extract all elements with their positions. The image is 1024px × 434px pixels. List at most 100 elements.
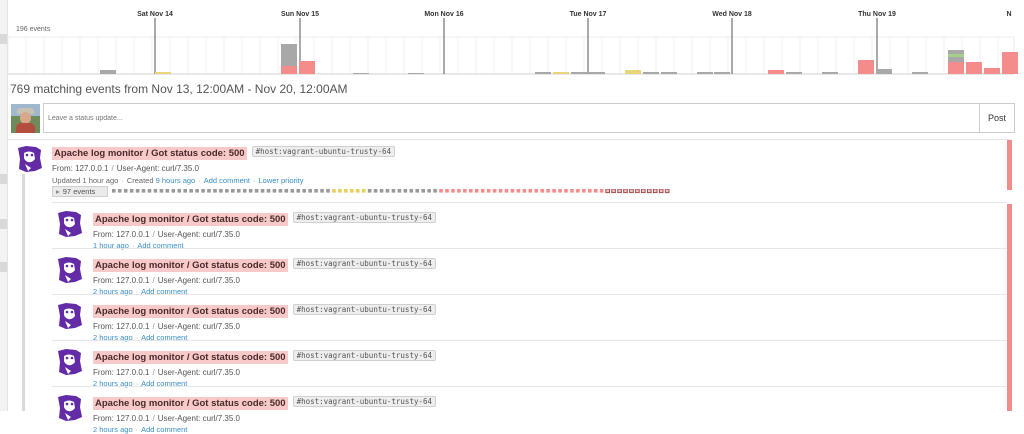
child-event-item[interactable]: Apache log monitor / Got status code: 50… <box>52 340 1007 388</box>
rollup-event-dot[interactable] <box>225 189 229 193</box>
rollup-event-dot[interactable] <box>332 189 336 193</box>
rollup-event-dot[interactable] <box>219 189 223 193</box>
timeline-bar[interactable] <box>299 61 315 74</box>
rollup-event-dot[interactable] <box>338 189 342 193</box>
rollup-event-dot[interactable] <box>350 189 354 193</box>
rollup-event-dot[interactable] <box>647 189 652 194</box>
child-event-item[interactable]: Apache log monitor / Got status code: 50… <box>52 248 1007 296</box>
rollup-event-dot[interactable] <box>290 189 295 193</box>
rollup-event-dot[interactable] <box>213 189 217 193</box>
child-event-item[interactable]: Apache log monitor / Got status code: 50… <box>52 202 1007 250</box>
rollup-event-dot[interactable] <box>635 189 640 194</box>
rollup-event-dot[interactable] <box>463 189 467 193</box>
timeline-bar[interactable] <box>553 72 569 74</box>
event-title[interactable]: Apache log monitor / Got status code: 50… <box>52 147 247 160</box>
rollup-event-dot[interactable] <box>540 189 544 193</box>
rollup-event-dot[interactable] <box>427 189 431 193</box>
host-tag[interactable]: #host:vagrant-ubuntu-trusty-64 <box>292 212 437 224</box>
rollup-event-dot[interactable] <box>504 189 509 193</box>
add-comment-link[interactable]: Add comment <box>204 176 250 185</box>
rollup-event-dot[interactable] <box>135 189 140 193</box>
rollup-event-dot[interactable] <box>266 189 271 193</box>
rollup-event-dot[interactable] <box>664 189 670 194</box>
timeline-bar[interactable] <box>571 72 587 74</box>
rollup-event-dot[interactable] <box>123 189 128 193</box>
rollup-event-dot[interactable] <box>147 189 152 193</box>
rollup-event-dot[interactable] <box>652 189 658 194</box>
rollup-event-dot[interactable] <box>183 189 187 193</box>
rollup-event-dot[interactable] <box>439 189 443 193</box>
rollup-event-dot[interactable] <box>629 189 634 194</box>
timeline-bar[interactable] <box>281 66 297 74</box>
rollup-event-dot[interactable] <box>112 189 116 193</box>
rollup-event-dot[interactable] <box>207 189 211 193</box>
rollup-event-dot[interactable] <box>177 189 182 193</box>
rollup-event-dot[interactable] <box>415 189 420 193</box>
timeline-bar[interactable] <box>353 73 369 74</box>
rollup-event-dot[interactable] <box>510 189 515 193</box>
rollup-event-dot[interactable] <box>391 189 396 193</box>
event-title[interactable]: Apache log monitor / Got status code: 50… <box>93 351 288 364</box>
rollup-event-dot[interactable] <box>320 189 324 193</box>
rollup-event-dot[interactable] <box>611 189 616 194</box>
rollup-event-dot[interactable] <box>498 189 503 193</box>
rollup-event-dot[interactable] <box>260 189 265 193</box>
rollup-event-dot[interactable] <box>623 189 628 194</box>
rollup-event-dot[interactable] <box>480 189 485 193</box>
rollup-event-dot[interactable] <box>189 189 193 193</box>
rollup-event-dot[interactable] <box>486 189 491 193</box>
rollup-event-dot[interactable] <box>355 189 360 193</box>
rollup-event-dot[interactable] <box>658 189 664 194</box>
timeline-bar[interactable] <box>589 72 605 74</box>
add-comment-link[interactable]: Add comment <box>141 425 187 434</box>
rollup-event-dot[interactable] <box>552 189 556 193</box>
timeline-bar[interactable] <box>822 72 838 74</box>
rollup-event-dot[interactable] <box>570 189 574 193</box>
rollup-event-dot[interactable] <box>409 189 414 193</box>
rollup-event-dot[interactable] <box>254 189 259 193</box>
timeline-bar[interactable] <box>912 72 928 74</box>
rollup-event-dot[interactable] <box>373 189 378 193</box>
rollup-event-dot[interactable] <box>117 189 122 193</box>
rollup-event-dot[interactable] <box>593 189 598 193</box>
rollup-event-dot[interactable] <box>272 189 277 193</box>
rollup-event-dot[interactable] <box>236 189 241 193</box>
rollup-event-dot[interactable] <box>588 189 592 193</box>
rollup-event-dot[interactable] <box>516 189 521 193</box>
rollup-event-dot[interactable] <box>314 189 318 193</box>
rollup-event-dot[interactable] <box>534 189 539 193</box>
host-tag[interactable]: #host:vagrant-ubuntu-trusty-64 <box>292 304 437 316</box>
rollup-event-dot[interactable] <box>242 189 247 193</box>
rollup-event-dot[interactable] <box>403 189 408 193</box>
timeline-bar[interactable] <box>948 62 964 74</box>
timeline-bar[interactable] <box>876 69 892 74</box>
event-title[interactable]: Apache log monitor / Got status code: 50… <box>93 397 288 410</box>
timeline-bar[interactable] <box>966 62 982 74</box>
rollup-event-dot[interactable] <box>296 189 301 193</box>
timeline-bar[interactable] <box>643 72 659 74</box>
event-title[interactable]: Apache log monitor / Got status code: 50… <box>93 305 288 318</box>
rollup-toggle-button[interactable]: ▸ 97 events <box>52 186 108 197</box>
rollup-event-dot[interactable] <box>492 189 497 193</box>
rollup-event-dot[interactable] <box>599 189 604 193</box>
rollup-event-dot[interactable] <box>397 189 402 193</box>
rollup-event-dot[interactable] <box>457 189 461 193</box>
rollup-event-dot[interactable] <box>474 189 479 193</box>
rollup-event-dot[interactable] <box>326 189 330 193</box>
timeline-bar[interactable] <box>661 72 677 74</box>
timeline-bar[interactable] <box>948 54 964 57</box>
rollup-event-dot[interactable] <box>344 189 348 193</box>
rollup-event-dot[interactable] <box>159 189 164 193</box>
timeline-bar[interactable] <box>714 72 730 74</box>
rollup-event-dot[interactable] <box>379 189 384 193</box>
rollup-event-dot[interactable] <box>361 189 366 193</box>
timeline-chart[interactable]: Sat Nov 14 Sun Nov 15 Mon Nov 16 Tue Nov 17… <box>8 0 1024 80</box>
rollup-event-dot[interactable] <box>141 189 146 193</box>
rollup-event-dot[interactable] <box>445 189 449 193</box>
rollup-event-dot[interactable] <box>302 189 306 193</box>
rollup-event-dot[interactable] <box>201 189 205 193</box>
event-title[interactable]: Apache log monitor / Got status code: 50… <box>93 259 288 272</box>
event-time-link[interactable]: 2 hours ago <box>93 425 133 434</box>
event-item[interactable]: Apache log monitor / Got status code: 50… <box>8 142 1010 192</box>
timeline-bar[interactable] <box>535 72 551 74</box>
